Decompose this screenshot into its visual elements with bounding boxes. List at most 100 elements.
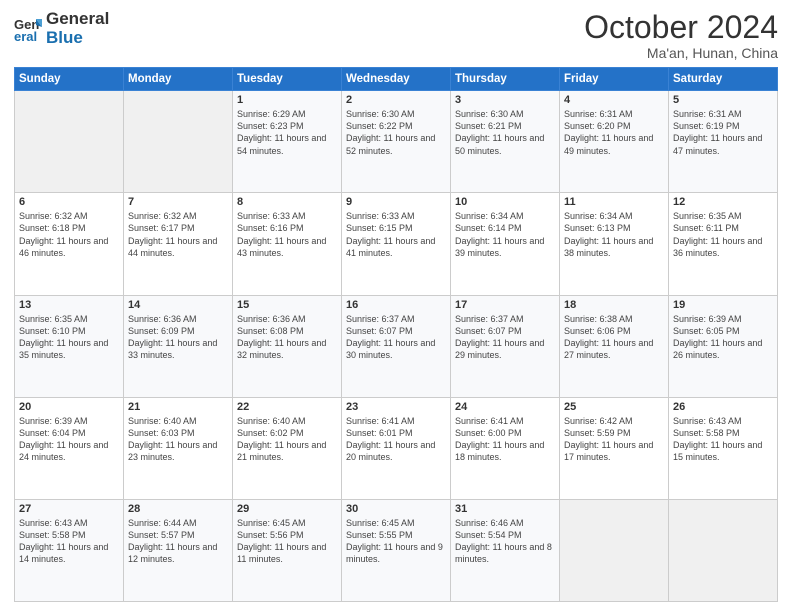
day-info: Sunrise: 6:38 AM Sunset: 6:06 PM Dayligh… bbox=[564, 313, 664, 362]
calendar-cell: 26 Sunrise: 6:43 AM Sunset: 5:58 PM Dayli… bbox=[669, 397, 778, 499]
day-number: 10 bbox=[455, 196, 555, 208]
calendar-cell bbox=[124, 91, 233, 193]
day-info: Sunrise: 6:45 AM Sunset: 5:56 PM Dayligh… bbox=[237, 517, 337, 566]
weekday-header-monday: Monday bbox=[124, 68, 233, 91]
day-info: Sunrise: 6:35 AM Sunset: 6:10 PM Dayligh… bbox=[19, 313, 119, 362]
weekday-header-tuesday: Tuesday bbox=[233, 68, 342, 91]
day-number: 1 bbox=[237, 94, 337, 106]
calendar-cell: 20 Sunrise: 6:39 AM Sunset: 6:04 PM Dayli… bbox=[15, 397, 124, 499]
day-info: Sunrise: 6:34 AM Sunset: 6:13 PM Dayligh… bbox=[564, 210, 664, 259]
calendar-cell: 19 Sunrise: 6:39 AM Sunset: 6:05 PM Dayli… bbox=[669, 295, 778, 397]
day-number: 17 bbox=[455, 299, 555, 311]
day-info: Sunrise: 6:39 AM Sunset: 6:04 PM Dayligh… bbox=[19, 415, 119, 464]
day-number: 4 bbox=[564, 94, 664, 106]
calendar-cell: 7 Sunrise: 6:32 AM Sunset: 6:17 PM Daylig… bbox=[124, 193, 233, 295]
day-info: Sunrise: 6:40 AM Sunset: 6:02 PM Dayligh… bbox=[237, 415, 337, 464]
day-number: 20 bbox=[19, 401, 119, 413]
calendar-cell: 6 Sunrise: 6:32 AM Sunset: 6:18 PM Daylig… bbox=[15, 193, 124, 295]
day-number: 14 bbox=[128, 299, 228, 311]
logo-line1: General bbox=[46, 10, 109, 29]
calendar-cell bbox=[15, 91, 124, 193]
day-number: 6 bbox=[19, 196, 119, 208]
day-number: 26 bbox=[673, 401, 773, 413]
calendar-cell: 22 Sunrise: 6:40 AM Sunset: 6:02 PM Dayli… bbox=[233, 397, 342, 499]
calendar-cell: 31Sunrise: 6:46 AM Sunset: 5:54 PM Dayli… bbox=[451, 499, 560, 601]
day-info: Sunrise: 6:30 AM Sunset: 6:21 PM Dayligh… bbox=[455, 108, 555, 157]
calendar-cell: 21Sunrise: 6:40 AM Sunset: 6:03 PM Dayli… bbox=[124, 397, 233, 499]
calendar-cell: 2 Sunrise: 6:30 AM Sunset: 6:22 PM Daylig… bbox=[342, 91, 451, 193]
day-number: 25 bbox=[564, 401, 664, 413]
calendar-cell: 16 Sunrise: 6:37 AM Sunset: 6:07 PM Dayli… bbox=[342, 295, 451, 397]
calendar-cell bbox=[669, 499, 778, 601]
day-number: 29 bbox=[237, 503, 337, 515]
calendar-cell: 15Sunrise: 6:36 AM Sunset: 6:08 PM Dayli… bbox=[233, 295, 342, 397]
day-info: Sunrise: 6:45 AM Sunset: 5:55 PM Dayligh… bbox=[346, 517, 446, 566]
day-number: 3 bbox=[455, 94, 555, 106]
calendar-cell: 28 Sunrise: 6:44 AM Sunset: 5:57 PM Dayli… bbox=[124, 499, 233, 601]
calendar-cell: 9Sunrise: 6:33 AM Sunset: 6:15 PM Daylig… bbox=[342, 193, 451, 295]
day-info: Sunrise: 6:37 AM Sunset: 6:07 PM Dayligh… bbox=[455, 313, 555, 362]
day-info: Sunrise: 6:37 AM Sunset: 6:07 PM Dayligh… bbox=[346, 313, 446, 362]
day-number: 31 bbox=[455, 503, 555, 515]
day-number: 7 bbox=[128, 196, 228, 208]
day-info: Sunrise: 6:35 AM Sunset: 6:11 PM Dayligh… bbox=[673, 210, 773, 259]
calendar-cell: 1Sunrise: 6:29 AM Sunset: 6:23 PM Daylig… bbox=[233, 91, 342, 193]
logo-icon: Gen eral bbox=[14, 15, 42, 43]
day-info: Sunrise: 6:32 AM Sunset: 6:18 PM Dayligh… bbox=[19, 210, 119, 259]
calendar-cell: 14Sunrise: 6:36 AM Sunset: 6:09 PM Dayli… bbox=[124, 295, 233, 397]
logo-line2: Blue bbox=[46, 29, 109, 48]
calendar-cell: 5Sunrise: 6:31 AM Sunset: 6:19 PM Daylig… bbox=[669, 91, 778, 193]
title-area: October 2024 Ma'an, Hunan, China bbox=[584, 10, 778, 61]
day-number: 11 bbox=[564, 196, 664, 208]
day-number: 30 bbox=[346, 503, 446, 515]
day-info: Sunrise: 6:39 AM Sunset: 6:05 PM Dayligh… bbox=[673, 313, 773, 362]
day-number: 12 bbox=[673, 196, 773, 208]
day-number: 24 bbox=[455, 401, 555, 413]
calendar-cell: 10 Sunrise: 6:34 AM Sunset: 6:14 PM Dayli… bbox=[451, 193, 560, 295]
day-number: 13 bbox=[19, 299, 119, 311]
sub-title: Ma'an, Hunan, China bbox=[584, 45, 778, 61]
calendar-cell: 30 Sunrise: 6:45 AM Sunset: 5:55 PM Dayli… bbox=[342, 499, 451, 601]
day-number: 9 bbox=[346, 196, 446, 208]
calendar-cell: 25 Sunrise: 6:42 AM Sunset: 5:59 PM Dayli… bbox=[560, 397, 669, 499]
calendar-cell: 8 Sunrise: 6:33 AM Sunset: 6:16 PM Daylig… bbox=[233, 193, 342, 295]
weekday-header-thursday: Thursday bbox=[451, 68, 560, 91]
day-info: Sunrise: 6:41 AM Sunset: 6:01 PM Dayligh… bbox=[346, 415, 446, 464]
day-info: Sunrise: 6:31 AM Sunset: 6:20 PM Dayligh… bbox=[564, 108, 664, 157]
calendar-cell: 4 Sunrise: 6:31 AM Sunset: 6:20 PM Daylig… bbox=[560, 91, 669, 193]
day-number: 27 bbox=[19, 503, 119, 515]
weekday-header-sunday: Sunday bbox=[15, 68, 124, 91]
day-info: Sunrise: 6:42 AM Sunset: 5:59 PM Dayligh… bbox=[564, 415, 664, 464]
day-info: Sunrise: 6:34 AM Sunset: 6:14 PM Dayligh… bbox=[455, 210, 555, 259]
day-number: 16 bbox=[346, 299, 446, 311]
day-info: Sunrise: 6:43 AM Sunset: 5:58 PM Dayligh… bbox=[673, 415, 773, 464]
weekday-header-friday: Friday bbox=[560, 68, 669, 91]
day-number: 23 bbox=[346, 401, 446, 413]
calendar-cell: 27 Sunrise: 6:43 AM Sunset: 5:58 PM Dayli… bbox=[15, 499, 124, 601]
calendar-cell: 24 Sunrise: 6:41 AM Sunset: 6:00 PM Dayli… bbox=[451, 397, 560, 499]
calendar-cell: 3 Sunrise: 6:30 AM Sunset: 6:21 PM Daylig… bbox=[451, 91, 560, 193]
calendar-table: SundayMondayTuesdayWednesdayThursdayFrid… bbox=[14, 67, 778, 602]
weekday-header-saturday: Saturday bbox=[669, 68, 778, 91]
day-number: 18 bbox=[564, 299, 664, 311]
day-number: 2 bbox=[346, 94, 446, 106]
day-number: 28 bbox=[128, 503, 228, 515]
calendar-cell: 23 Sunrise: 6:41 AM Sunset: 6:01 PM Dayli… bbox=[342, 397, 451, 499]
svg-text:eral: eral bbox=[14, 29, 37, 43]
day-number: 19 bbox=[673, 299, 773, 311]
day-info: Sunrise: 6:36 AM Sunset: 6:08 PM Dayligh… bbox=[237, 313, 337, 362]
main-title: October 2024 bbox=[584, 10, 778, 45]
day-info: Sunrise: 6:32 AM Sunset: 6:17 PM Dayligh… bbox=[128, 210, 228, 259]
calendar-cell bbox=[560, 499, 669, 601]
day-info: Sunrise: 6:44 AM Sunset: 5:57 PM Dayligh… bbox=[128, 517, 228, 566]
calendar-cell: 11 Sunrise: 6:34 AM Sunset: 6:13 PM Dayli… bbox=[560, 193, 669, 295]
day-info: Sunrise: 6:30 AM Sunset: 6:22 PM Dayligh… bbox=[346, 108, 446, 157]
day-number: 22 bbox=[237, 401, 337, 413]
calendar-cell: 17 Sunrise: 6:37 AM Sunset: 6:07 PM Dayli… bbox=[451, 295, 560, 397]
calendar-cell: 13 Sunrise: 6:35 AM Sunset: 6:10 PM Dayli… bbox=[15, 295, 124, 397]
day-info: Sunrise: 6:33 AM Sunset: 6:16 PM Dayligh… bbox=[237, 210, 337, 259]
day-info: Sunrise: 6:43 AM Sunset: 5:58 PM Dayligh… bbox=[19, 517, 119, 566]
day-number: 8 bbox=[237, 196, 337, 208]
day-info: Sunrise: 6:41 AM Sunset: 6:00 PM Dayligh… bbox=[455, 415, 555, 464]
day-info: Sunrise: 6:31 AM Sunset: 6:19 PM Dayligh… bbox=[673, 108, 773, 157]
